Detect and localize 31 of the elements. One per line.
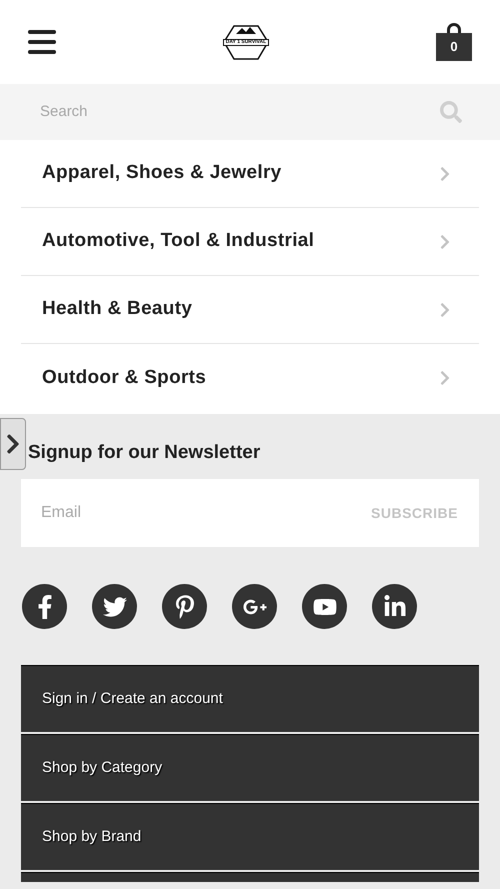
category-label: Outdoor & Sports xyxy=(42,366,206,390)
chevron-right-icon xyxy=(439,370,451,386)
youtube-icon[interactable] xyxy=(302,584,347,629)
email-field[interactable]: Email xyxy=(41,501,372,525)
google-plus-icon[interactable] xyxy=(232,584,277,629)
category-label: Health & Beauty xyxy=(42,297,192,322)
footer-menu-label: Sign in / Create an account xyxy=(42,688,223,709)
menu-icon[interactable] xyxy=(28,30,56,54)
search-input[interactable]: Search xyxy=(40,100,440,124)
category-label: Apparel, Shoes & Jewelry xyxy=(42,161,282,186)
footer-menu-label: Shop by Category xyxy=(42,758,162,778)
chevron-right-icon xyxy=(439,302,451,318)
footer-menu-item[interactable]: Sign in / Create an account xyxy=(21,665,479,732)
footer-menu-label: Shop by Brand xyxy=(42,826,142,847)
chevron-right-icon xyxy=(439,234,451,250)
footer-menu-item[interactable]: Shop by Category xyxy=(21,734,479,801)
search-field[interactable]: Search xyxy=(0,84,500,140)
category-item[interactable]: Outdoor & Sports xyxy=(21,344,479,412)
cart-count: 0 xyxy=(450,38,458,56)
category-item[interactable]: Automotive, Tool & Industrial xyxy=(21,208,479,276)
category-item[interactable]: Apparel, Shoes & Jewelry xyxy=(21,140,479,208)
twitter-icon[interactable] xyxy=(92,584,137,629)
newsletter-title: Signup for our Newsletter xyxy=(27,441,262,465)
category-item[interactable]: Health & Beauty xyxy=(21,276,479,344)
facebook-icon[interactable] xyxy=(22,584,67,629)
category-label: Automotive, Tool & Industrial xyxy=(42,229,314,254)
side-tab[interactable] xyxy=(0,418,26,470)
linkedin-icon[interactable] xyxy=(372,584,417,629)
chevron-right-icon xyxy=(439,166,451,182)
pinterest-icon[interactable] xyxy=(162,584,207,629)
footer-menu-item[interactable]: Shop by Brand xyxy=(21,803,479,870)
